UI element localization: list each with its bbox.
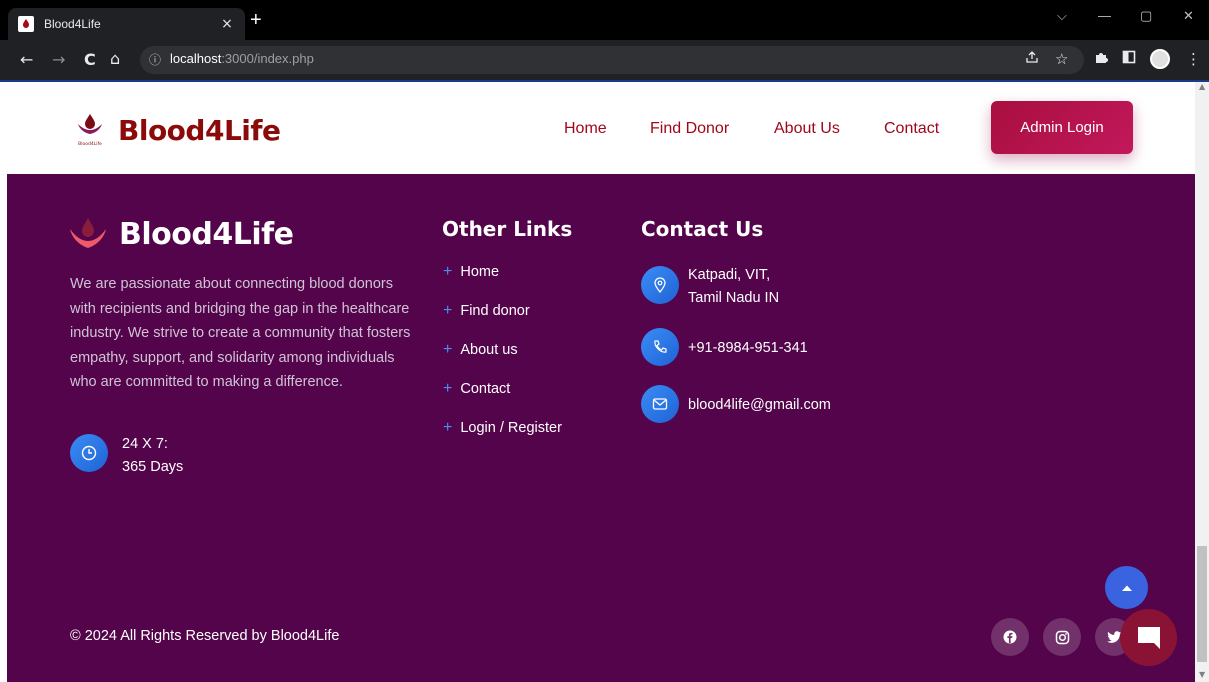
restore-button[interactable]: ▢ <box>1140 8 1152 24</box>
footer-link-label: About us <box>460 342 518 358</box>
home-button[interactable]: ⌂ <box>110 49 120 69</box>
contact-phone[interactable]: +91-8984-951-341 <box>688 337 808 360</box>
location-pin-icon <box>641 266 679 304</box>
url-host: localhost <box>170 51 222 66</box>
contact-us-title: Contact Us <box>641 217 764 241</box>
site-info-icon[interactable]: ⓘ <box>149 51 161 68</box>
bookmark-star-icon[interactable]: ☆ <box>1055 50 1068 68</box>
plus-icon: + <box>443 419 453 436</box>
arrow-up-icon <box>1121 585 1132 591</box>
footer-link-home[interactable]: + Home <box>443 263 499 281</box>
profile-avatar[interactable] <box>1150 49 1170 69</box>
menu-kebab-icon[interactable]: ⋮ <box>1186 50 1201 68</box>
mail-icon <box>641 385 679 423</box>
forward-button[interactable]: → <box>52 50 65 70</box>
blood-drop-hands-icon: Blood4Life <box>78 114 102 147</box>
chat-button[interactable] <box>1120 609 1177 666</box>
back-button[interactable]: ← <box>20 50 33 70</box>
nav-contact[interactable]: Contact <box>884 120 939 138</box>
nav-find-donor[interactable]: Find Donor <box>650 120 729 138</box>
share-icon[interactable] <box>1025 50 1039 68</box>
footer-link-login-register[interactable]: + Login / Register <box>443 419 562 437</box>
browser-window: Blood4Life × + ⌵ — ▢ ✕ ← → C ⌂ ⓘ localho… <box>0 0 1209 682</box>
blood-drop-hands-icon <box>70 218 106 248</box>
footer-brand-name: Blood4Life <box>119 216 294 252</box>
nav-home[interactable]: Home <box>564 120 607 138</box>
hours-line-2: 365 Days <box>122 459 184 475</box>
new-tab-button[interactable]: + <box>250 10 262 30</box>
footer-about-text: We are passionate about connecting blood… <box>70 276 411 390</box>
logo-small-text: Blood4Life <box>78 141 102 147</box>
chat-icon <box>1137 626 1160 649</box>
tab-strip: Blood4Life × + ⌵ — ▢ ✕ <box>0 0 1209 40</box>
scroll-up-arrow-icon[interactable]: ▲ <box>1199 82 1205 91</box>
tab-title: Blood4Life <box>44 17 101 31</box>
footer-link-label: Contact <box>460 381 511 397</box>
header-logo[interactable]: Blood4Life Blood4Life <box>76 112 281 148</box>
contact-address: Katpadi, VIT, Tamil Nadu IN <box>688 264 779 310</box>
plus-icon: + <box>443 380 453 397</box>
url-path: :3000/index.php <box>221 51 314 66</box>
footer-logo[interactable]: Blood4Life <box>69 216 294 252</box>
tab-search-icon[interactable]: ⌵ <box>1057 8 1067 24</box>
instagram-icon[interactable] <box>1043 618 1081 656</box>
plus-icon: + <box>443 341 453 358</box>
plus-icon: + <box>443 263 453 280</box>
reload-button[interactable]: C <box>84 50 96 70</box>
footer-link-label: Find donor <box>460 303 530 319</box>
opening-hours: 24 X 7: 365 Days <box>122 433 183 479</box>
phone-icon <box>641 328 679 366</box>
copyright-text: © 2024 All Rights Reserved by Blood4Life <box>70 628 340 644</box>
hours-line-1: 24 X 7: <box>122 436 168 452</box>
footer-link-contact[interactable]: + Contact <box>443 380 510 398</box>
favicon-icon <box>18 16 34 32</box>
other-links-title: Other Links <box>442 217 573 241</box>
tab-close-icon[interactable]: × <box>219 16 235 32</box>
browser-tab[interactable]: Blood4Life × <box>8 8 245 40</box>
scroll-down-arrow-icon[interactable]: ▼ <box>1199 670 1205 679</box>
scrollbar-thumb[interactable] <box>1197 546 1207 662</box>
footer-link-label: Login / Register <box>460 420 562 436</box>
address-line-2: Tamil Nadu IN <box>688 290 780 306</box>
header-brand-name: Blood4Life <box>118 113 281 147</box>
contact-email[interactable]: blood4life@gmail.com <box>688 394 831 417</box>
footer-link-label: Home <box>460 264 500 280</box>
facebook-icon[interactable] <box>991 618 1029 656</box>
address-line-1: Katpadi, VIT, <box>688 267 771 283</box>
footer-link-about-us[interactable]: + About us <box>443 341 518 359</box>
extensions-icon[interactable] <box>1094 50 1108 68</box>
nav-about-us[interactable]: About Us <box>774 120 840 138</box>
back-to-top-button[interactable] <box>1105 566 1148 609</box>
side-panel-icon[interactable] <box>1122 50 1136 68</box>
footer-link-find-donor[interactable]: + Find donor <box>443 302 530 320</box>
url-text[interactable]: localhost:3000/index.php <box>170 51 314 66</box>
plus-icon: + <box>443 302 453 319</box>
close-window-button[interactable]: ✕ <box>1183 8 1194 24</box>
minimize-button[interactable]: — <box>1098 8 1111 23</box>
admin-login-button[interactable]: Admin Login <box>991 101 1133 154</box>
clock-icon <box>70 434 108 472</box>
